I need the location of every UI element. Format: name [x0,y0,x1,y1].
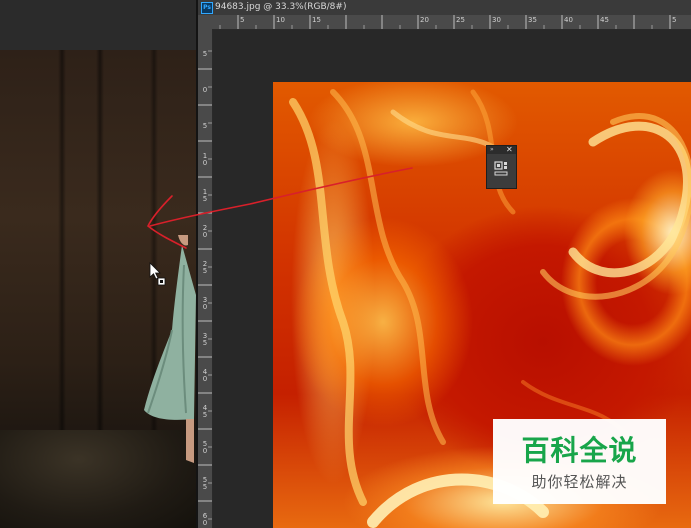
watermark-title: 百科全说 [521,434,638,467]
ruler-top-label: 45 [600,16,609,24]
girl-photo-canvas[interactable] [0,50,196,528]
floating-tool-panel[interactable]: » ✕ [486,145,517,189]
ruler-top-label: 40 [564,16,573,24]
ruler-top-label: 10 [276,16,285,24]
ruler-top-label: 5 [240,16,245,24]
ruler-left-label: 5 [202,50,208,58]
watermark-subtitle: 助你轻松解决 [531,473,628,491]
ruler-left-label: 1 5 [202,188,208,203]
mouse-cursor-icon [149,262,166,286]
floating-panel-titlebar[interactable]: » ✕ [487,145,516,154]
ruler-top-label: 5 [672,16,677,24]
ruler-left-label: 3 5 [202,332,208,347]
ruler-left-label: 5 [202,122,208,130]
ruler-left-label: 3 0 [202,296,208,311]
watermark-badge: 百科全说 助你轻松解决 [493,419,666,504]
ruler-top-label: 20 [420,16,429,24]
ruler-left-label: 4 5 [202,404,208,419]
vertical-ruler[interactable]: 5 0 5 1 0 1 5 2 0 2 5 3 0 3 5 4 0 4 5 5 … [198,29,213,528]
photoshop-app-icon: Ps [201,2,213,14]
ruler-left-label: 2 5 [202,260,208,275]
close-icon[interactable]: ✕ [506,145,513,154]
ruler-left-label: 0 [202,86,208,94]
collapse-icon[interactable]: » [490,146,494,154]
ruler-top-label: 25 [456,16,465,24]
ruler-left-label: 4 0 [202,368,208,383]
left-window-topbar [0,0,196,50]
horizontal-ruler[interactable]: 5 10 15 20 25 30 35 40 45 5 [212,15,691,30]
ruler-left-label: 5 0 [202,440,208,455]
ruler-top-label: 30 [492,16,501,24]
document-title: 94683.jpg @ 33.3%(RGB/8#) [215,2,347,12]
ruler-corner[interactable] [198,15,213,30]
ruler-left-label: 2 0 [202,224,208,239]
ruler-left-label: 6 0 [202,512,208,527]
ruler-top-label: 35 [528,16,537,24]
layer-comp-icon[interactable] [493,160,509,178]
ruler-top-label: 15 [312,16,321,24]
ruler-left-label: 1 0 [202,152,208,167]
ruler-left-label: 5 5 [202,476,208,491]
